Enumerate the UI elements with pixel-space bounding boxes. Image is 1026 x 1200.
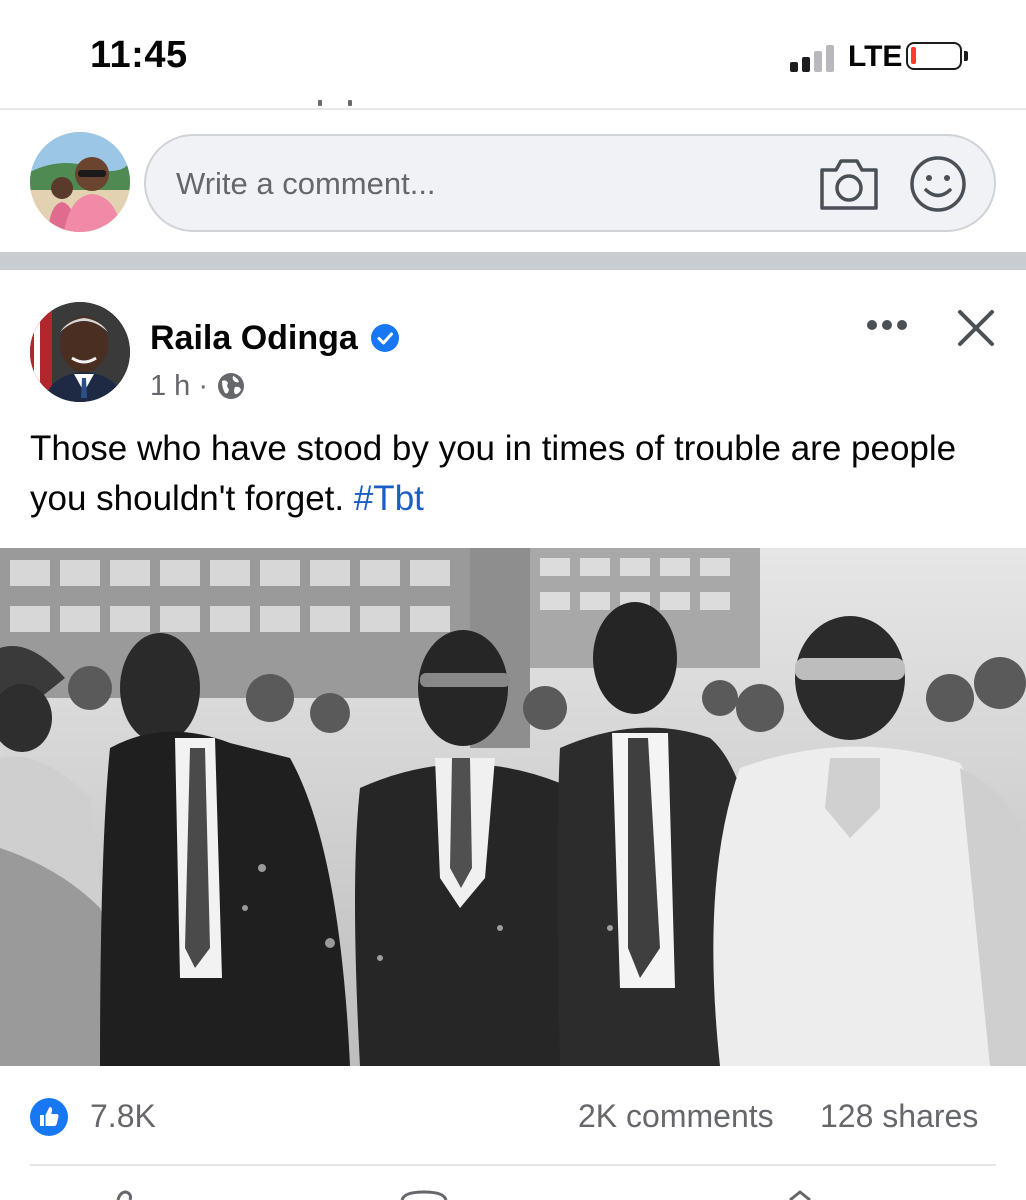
my-avatar[interactable] [30,132,130,232]
like-button[interactable] [116,1190,132,1200]
comment-composer [0,112,1026,252]
comment-button[interactable] [400,1190,448,1200]
comment-input[interactable] [176,162,796,206]
header-divider [0,108,1026,110]
comments-count[interactable]: 2K comments [578,1098,774,1135]
more-options-button[interactable] [862,310,912,340]
status-bar: 11:45 LTE [0,0,1026,108]
post-stats: 7.8K 2K comments 128 shares [0,1066,1026,1166]
share-button[interactable] [789,1190,811,1200]
close-icon[interactable] [952,304,1000,352]
like-count[interactable]: 7.8K [90,1098,156,1135]
camera-icon[interactable] [818,156,880,212]
emoji-icon[interactable] [908,154,968,214]
status-time: 11:45 [90,34,188,76]
action-bar [0,1186,1026,1200]
post-header: Raila Odinga 1 h · [0,270,1026,410]
battery-icon [906,42,962,70]
shares-count[interactable]: 128 shares [820,1098,978,1135]
post-timestamp[interactable]: 1 h [150,370,190,403]
post-body: Those who have stood by you in times of … [30,429,957,518]
author-avatar[interactable] [30,302,130,402]
network-type: LTE [848,40,903,73]
like-reaction-icon [30,1098,68,1136]
meta-separator-dot: · [198,369,208,402]
facebook-post-screen: 11:45 LTE Write a comment... Raila Oding… [0,0,1026,1200]
battery-tip [964,51,968,61]
feed-separator [0,252,1026,270]
stats-divider [30,1164,996,1166]
comment-field[interactable] [144,134,996,232]
post-text: Those who have stood by you in times of … [30,424,990,524]
post-photo[interactable] [0,548,1026,1066]
author-row: Raila Odinga [150,318,400,358]
scrolled-content-fragment [318,100,358,108]
verified-badge-icon [370,324,399,352]
battery-level [911,47,916,64]
post-meta: 1 h · [150,368,246,404]
globe-icon [218,373,244,399]
hashtag-link[interactable]: #Tbt [354,479,424,518]
author-name[interactable]: Raila Odinga [150,319,358,358]
signal-icon [790,44,836,72]
